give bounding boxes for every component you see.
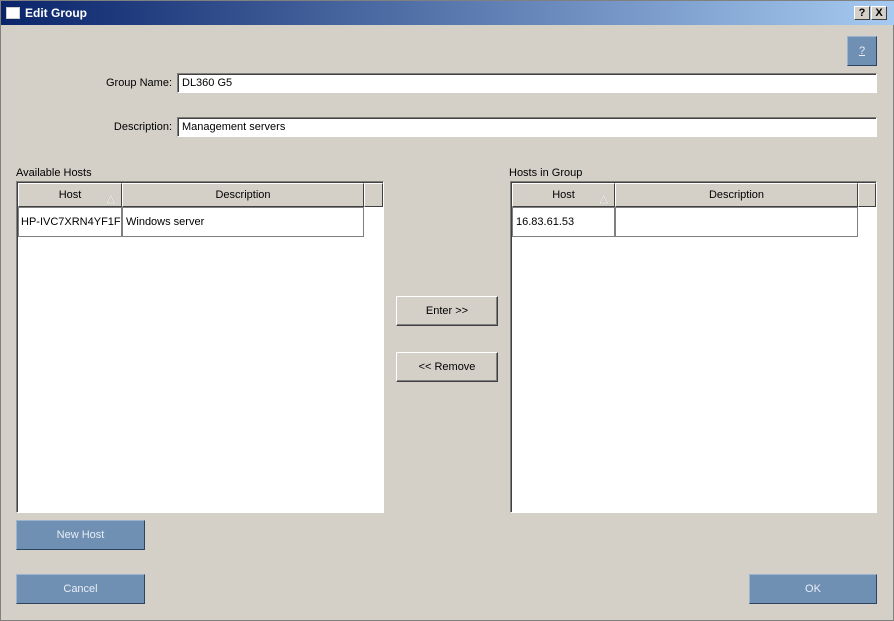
column-header-filler <box>364 183 383 207</box>
hosts-in-group-table[interactable]: Host △ Description 16.83.61.53 <box>510 181 877 513</box>
column-header-host[interactable]: Host △ <box>512 183 615 207</box>
title-bar: Edit Group <box>1 1 894 25</box>
enter-button[interactable]: Enter >> <box>396 296 498 326</box>
cancel-button[interactable]: Cancel <box>16 574 145 604</box>
group-name-input[interactable]: DL360 G5 <box>177 73 877 93</box>
hosts-in-group-title: Hosts in Group <box>509 167 583 179</box>
table-row-host[interactable]: HP-IVC7XRN4YF1F <box>18 207 122 237</box>
description-input[interactable]: Management servers <box>177 117 877 137</box>
available-hosts-title: Available Hosts <box>16 167 92 179</box>
table-row-description[interactable]: Windows server <box>122 207 364 237</box>
column-header-label: Host <box>552 189 575 201</box>
available-hosts-table[interactable]: Host △ Description HP-IVC7XRN4YF1F Window… <box>16 181 384 513</box>
column-header-label: Host <box>58 189 82 201</box>
group-name-label: Group Name: <box>105 77 172 89</box>
column-header-description[interactable]: Description <box>122 183 364 207</box>
description-label: Description: <box>113 121 172 133</box>
ok-button[interactable]: OK <box>749 574 877 604</box>
window-title: Edit Group <box>25 6 87 20</box>
titlebar-help-button[interactable]: ? <box>854 6 870 20</box>
column-header-filler <box>858 183 876 207</box>
table-row-host[interactable]: 16.83.61.53 <box>512 207 615 237</box>
table-row-description[interactable] <box>615 207 858 237</box>
close-button[interactable]: X <box>871 6 887 20</box>
new-host-button[interactable]: New Host <box>16 520 145 550</box>
column-header-host[interactable]: Host △ <box>18 183 122 207</box>
column-header-description[interactable]: Description <box>615 183 858 207</box>
remove-button[interactable]: << Remove <box>396 352 498 382</box>
help-button[interactable]: ? <box>847 36 877 66</box>
window-icon <box>6 7 20 19</box>
